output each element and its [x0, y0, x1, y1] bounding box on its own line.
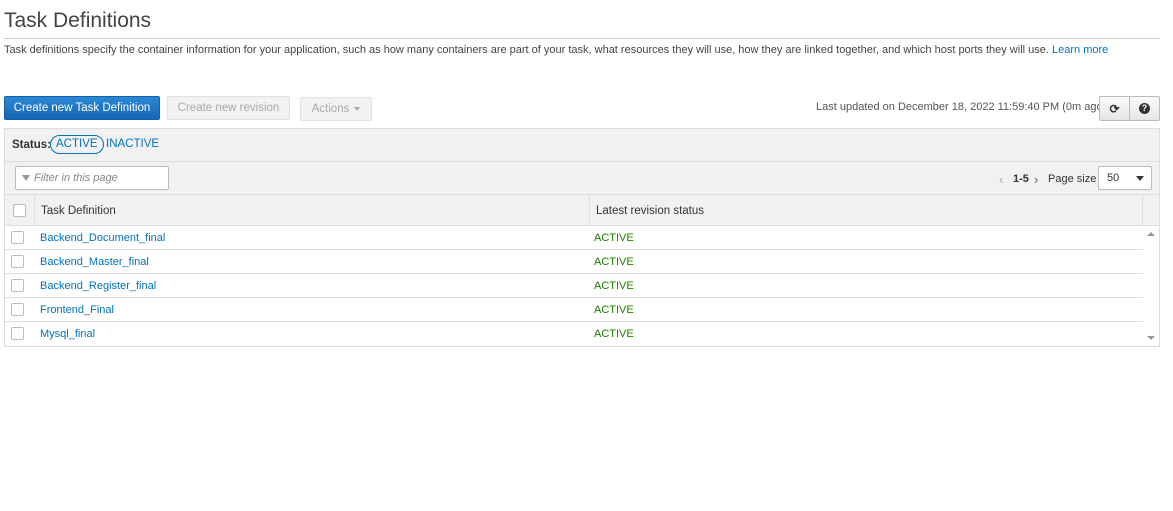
- last-updated-text: Last updated on December 18, 2022 11:59:…: [816, 101, 1107, 113]
- description-text: Task definitions specify the container i…: [4, 44, 1049, 56]
- row-checkbox[interactable]: [11, 255, 24, 268]
- page-description: Task definitions specify the container i…: [4, 44, 1108, 56]
- actions-label: Actions: [311, 103, 350, 115]
- table-row: Backend_Document_final ACTIVE: [5, 226, 1143, 250]
- task-definition-link[interactable]: Backend_Master_final: [40, 256, 149, 268]
- filter-placeholder: Filter in this page: [34, 172, 118, 184]
- page-size-value: 50: [1107, 172, 1120, 184]
- task-definition-link[interactable]: Backend_Register_final: [40, 280, 156, 292]
- row-checkbox[interactable]: [11, 327, 24, 340]
- chevron-down-icon: [354, 107, 361, 111]
- task-definitions-panel: Status: ACTIVE INACTIVE Filter in this p…: [4, 128, 1160, 347]
- next-page-icon[interactable]: ›: [1034, 172, 1038, 187]
- scroll-up-icon[interactable]: [1147, 232, 1155, 236]
- table-header: Task Definition Latest revision status: [5, 195, 1159, 226]
- table-row: Backend_Register_final ACTIVE: [5, 274, 1143, 298]
- refresh-button[interactable]: ⟳: [1099, 96, 1130, 121]
- table-row: Frontend_Final ACTIVE: [5, 298, 1143, 322]
- help-button[interactable]: ?: [1129, 96, 1160, 121]
- refresh-icon: ⟳: [1109, 101, 1120, 116]
- filter-icon: [22, 175, 30, 181]
- previous-page-icon[interactable]: ‹: [999, 172, 1003, 187]
- column-header-latest-revision-status[interactable]: Latest revision status: [590, 195, 1143, 226]
- status-value: ACTIVE: [594, 328, 634, 340]
- page-title: Task Definitions: [4, 9, 152, 32]
- task-definition-link[interactable]: Mysql_final: [40, 328, 95, 340]
- row-checkbox[interactable]: [11, 303, 24, 316]
- task-definition-link[interactable]: Frontend_Final: [40, 304, 114, 316]
- create-revision-button[interactable]: Create new revision: [167, 96, 290, 120]
- table-scrollbar[interactable]: [1143, 226, 1159, 346]
- status-value: ACTIVE: [594, 232, 634, 244]
- actions-dropdown[interactable]: Actions: [300, 97, 372, 121]
- title-divider: [4, 38, 1160, 39]
- table-row: Backend_Master_final ACTIVE: [5, 250, 1143, 274]
- status-inactive-toggle[interactable]: INACTIVE: [106, 138, 159, 150]
- filter-bar: Filter in this page ‹ 1-5 › Page size 50: [5, 162, 1159, 195]
- status-label: Status:: [12, 139, 51, 151]
- status-value: ACTIVE: [594, 304, 634, 316]
- table-row: Mysql_final ACTIVE: [5, 322, 1143, 346]
- chevron-down-icon: [1136, 176, 1144, 181]
- status-active-toggle[interactable]: ACTIVE: [50, 135, 104, 154]
- task-definition-link[interactable]: Backend_Document_final: [40, 232, 165, 244]
- select-all-cell: [5, 195, 35, 226]
- learn-more-link[interactable]: Learn more: [1052, 44, 1108, 56]
- help-icon: ?: [1139, 103, 1150, 114]
- row-checkbox[interactable]: [11, 231, 24, 244]
- page-range: 1-5: [1013, 173, 1029, 185]
- page-size-label: Page size: [1048, 173, 1097, 185]
- scroll-down-icon[interactable]: [1147, 336, 1155, 340]
- status-filter-bar: Status: ACTIVE INACTIVE: [5, 129, 1159, 162]
- page-size-select[interactable]: 50: [1098, 166, 1152, 190]
- row-checkbox[interactable]: [11, 279, 24, 292]
- filter-input[interactable]: Filter in this page: [15, 166, 169, 190]
- create-task-definition-button[interactable]: Create new Task Definition: [4, 96, 160, 120]
- status-value: ACTIVE: [594, 280, 634, 292]
- table-body: Backend_Document_final ACTIVE Backend_Ma…: [5, 226, 1143, 346]
- status-value: ACTIVE: [594, 256, 634, 268]
- select-all-checkbox[interactable]: [13, 204, 26, 217]
- column-header-task-definition[interactable]: Task Definition: [35, 195, 590, 226]
